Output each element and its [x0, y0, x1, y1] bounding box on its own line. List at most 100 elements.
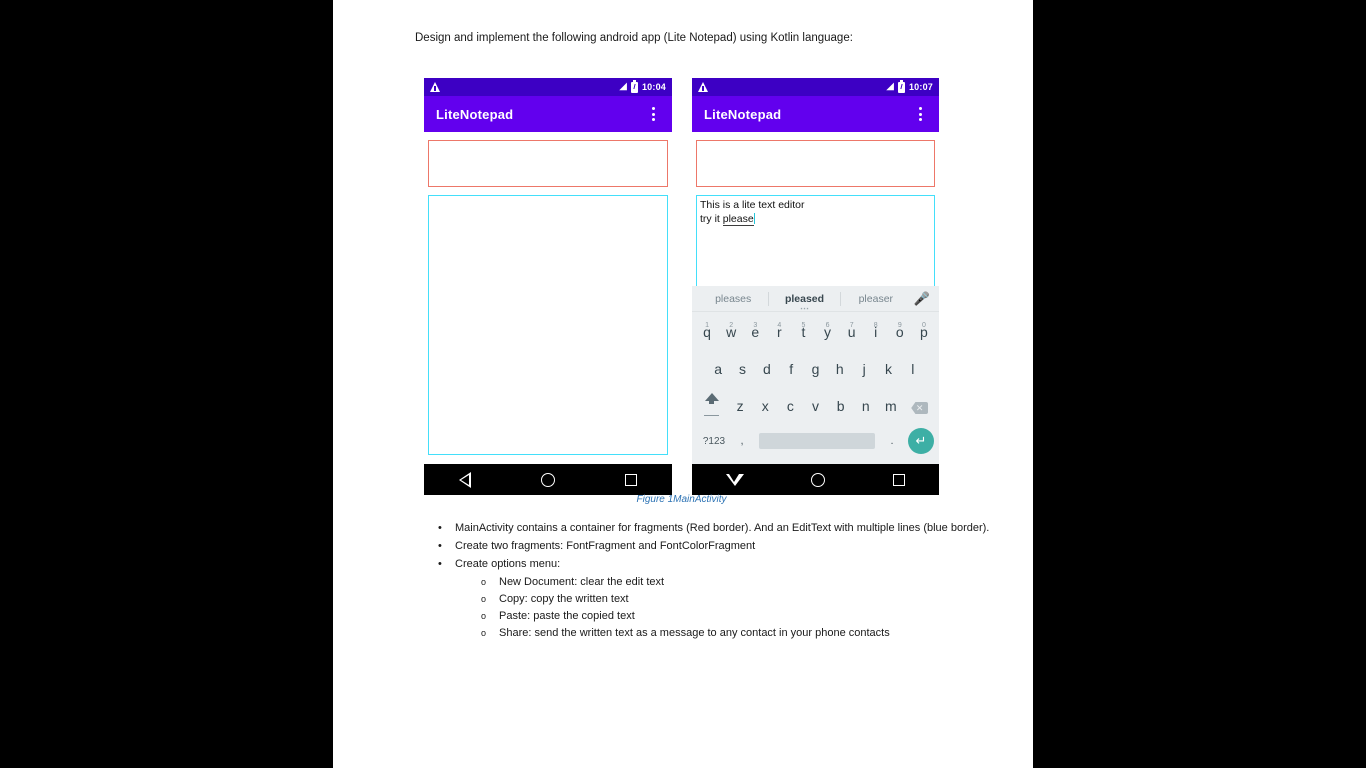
battery-charging-icon — [630, 79, 638, 93]
status-bar: ◢ 10:04 — [424, 78, 672, 96]
key-g[interactable]: g — [803, 361, 827, 386]
symbols-key[interactable]: ?123 — [697, 436, 731, 447]
space-key[interactable] — [759, 433, 875, 449]
keyboard-row-1: 1q 2w 3e 4r 5t 6y 7u 8i 9o 0p — [692, 312, 939, 349]
recents-square-icon[interactable] — [893, 473, 906, 486]
home-circle-icon[interactable] — [811, 472, 826, 487]
key-p[interactable]: 0p — [912, 322, 936, 349]
key-num: 1 — [705, 322, 710, 329]
key-s[interactable]: s — [730, 361, 754, 386]
warning-triangle-icon — [430, 82, 440, 92]
phone-screenshot-left: ◢ 10:04 LiteNotepad — [424, 78, 672, 495]
sub-list-item: New Document: clear the edit text — [433, 574, 1003, 591]
key-num: 3 — [753, 322, 758, 329]
key-k[interactable]: k — [876, 361, 900, 386]
key-w[interactable]: 2w — [719, 322, 743, 349]
soft-keyboard: pleases pleased pleaser 🎤 1q 2w 3e 4r 5t… — [692, 286, 939, 464]
overflow-menu-icon[interactable] — [646, 105, 660, 123]
key-t[interactable]: 5t — [791, 322, 815, 349]
edit-text-line-1: This is a lite text editor — [700, 199, 805, 211]
text-caret — [753, 213, 756, 224]
document-page: Design and implement the following andro… — [333, 0, 1033, 768]
key-num: 4 — [777, 322, 782, 329]
fragment-container[interactable] — [696, 140, 935, 187]
key-j[interactable]: j — [852, 361, 876, 386]
list-item: Create options menu: — [433, 556, 1003, 573]
key-e[interactable]: 3e — [743, 322, 767, 349]
key-a[interactable]: a — [706, 361, 730, 386]
edit-text-line-2-prefix: try it — [700, 213, 723, 225]
app-title: LiteNotepad — [704, 106, 782, 122]
sub-list-item: Paste: paste the copied text — [433, 608, 1003, 625]
key-x[interactable]: x — [753, 398, 778, 423]
list-item: Create two fragments: FontFragment and F… — [433, 538, 1003, 555]
status-right: ◢ 10:04 — [619, 79, 666, 93]
key-r[interactable]: 4r — [767, 322, 791, 349]
key-num: 5 — [801, 322, 806, 329]
status-time: 10:07 — [908, 82, 933, 92]
battery-charging-icon — [897, 79, 905, 93]
suggestion-item-selected[interactable]: pleased — [769, 293, 840, 314]
status-left — [698, 82, 886, 92]
signal-icon: ◢ — [886, 81, 894, 92]
keyboard-row-3: z x c v b n m ✕ — [692, 386, 939, 423]
requirements-list: MainActivity contains a container for fr… — [433, 520, 1003, 642]
navigation-bar — [424, 464, 672, 495]
key-l[interactable]: l — [901, 361, 925, 386]
warning-triangle-icon — [698, 82, 708, 92]
shift-icon[interactable] — [695, 392, 728, 424]
key-b[interactable]: b — [828, 398, 853, 423]
edit-text-field[interactable]: This is a lite text editor try it please — [696, 195, 935, 295]
key-c[interactable]: c — [778, 398, 803, 423]
list-item: MainActivity contains a container for fr… — [433, 520, 1003, 537]
key-y[interactable]: 6y — [816, 322, 840, 349]
key-n[interactable]: n — [853, 398, 878, 423]
key-z[interactable]: z — [728, 398, 753, 423]
sub-list-item: Copy: copy the written text — [433, 591, 1003, 608]
key-d[interactable]: d — [755, 361, 779, 386]
suggestion-item[interactable]: pleaser — [841, 293, 911, 305]
edit-text-field[interactable] — [428, 195, 668, 455]
status-time: 10:04 — [641, 82, 666, 92]
keyboard-row-2: a s d f g h j k l — [692, 349, 939, 386]
app-title: LiteNotepad — [436, 106, 514, 122]
status-bar: ◢ 10:07 — [692, 78, 939, 96]
figure-caption: Figure 1MainActivity — [636, 494, 727, 505]
keyboard-row-4: ?123 , . ↵ — [692, 423, 939, 459]
home-circle-icon[interactable] — [541, 472, 555, 487]
key-i[interactable]: 8i — [864, 322, 888, 349]
period-key[interactable]: . — [881, 435, 903, 447]
key-num: 2 — [729, 322, 734, 329]
edit-text-composing-word: please — [722, 213, 754, 226]
key-m[interactable]: m — [878, 398, 903, 423]
key-num: 9 — [897, 322, 902, 329]
key-u[interactable]: 7u — [840, 322, 864, 349]
key-h[interactable]: h — [828, 361, 852, 386]
signal-icon: ◢ — [619, 81, 627, 92]
microphone-icon[interactable]: 🎤 — [911, 291, 933, 307]
key-num: 0 — [921, 322, 926, 329]
app-bar: LiteNotepad — [424, 96, 672, 132]
key-num: 7 — [849, 322, 854, 329]
overflow-menu-icon[interactable] — [913, 105, 927, 123]
key-f[interactable]: f — [779, 361, 803, 386]
comma-key[interactable]: , — [731, 435, 753, 447]
sub-list-item: Share: send the written text as a messag… — [433, 625, 1003, 642]
key-q[interactable]: 1q — [695, 322, 719, 349]
key-v[interactable]: v — [803, 398, 828, 423]
edit-text-line-2: try it please — [700, 212, 931, 226]
key-o[interactable]: 9o — [888, 322, 912, 349]
phone-screenshot-right: ◢ 10:07 LiteNotepad This is a lite text … — [692, 78, 939, 495]
keyboard-dismiss-triangle-icon[interactable] — [725, 473, 744, 486]
backspace-icon[interactable]: ✕ — [903, 398, 936, 423]
app-bar: LiteNotepad — [692, 96, 939, 132]
key-num: 6 — [825, 322, 830, 329]
fragment-container[interactable] — [428, 140, 668, 187]
enter-key-icon[interactable]: ↵ — [908, 428, 934, 454]
back-triangle-icon[interactable] — [459, 471, 471, 488]
recents-square-icon[interactable] — [625, 473, 637, 486]
suggestion-item[interactable]: pleases — [698, 293, 768, 305]
navigation-bar — [692, 464, 939, 495]
intro-text: Design and implement the following andro… — [415, 32, 853, 44]
suggestion-strip: pleases pleased pleaser 🎤 — [692, 286, 939, 314]
